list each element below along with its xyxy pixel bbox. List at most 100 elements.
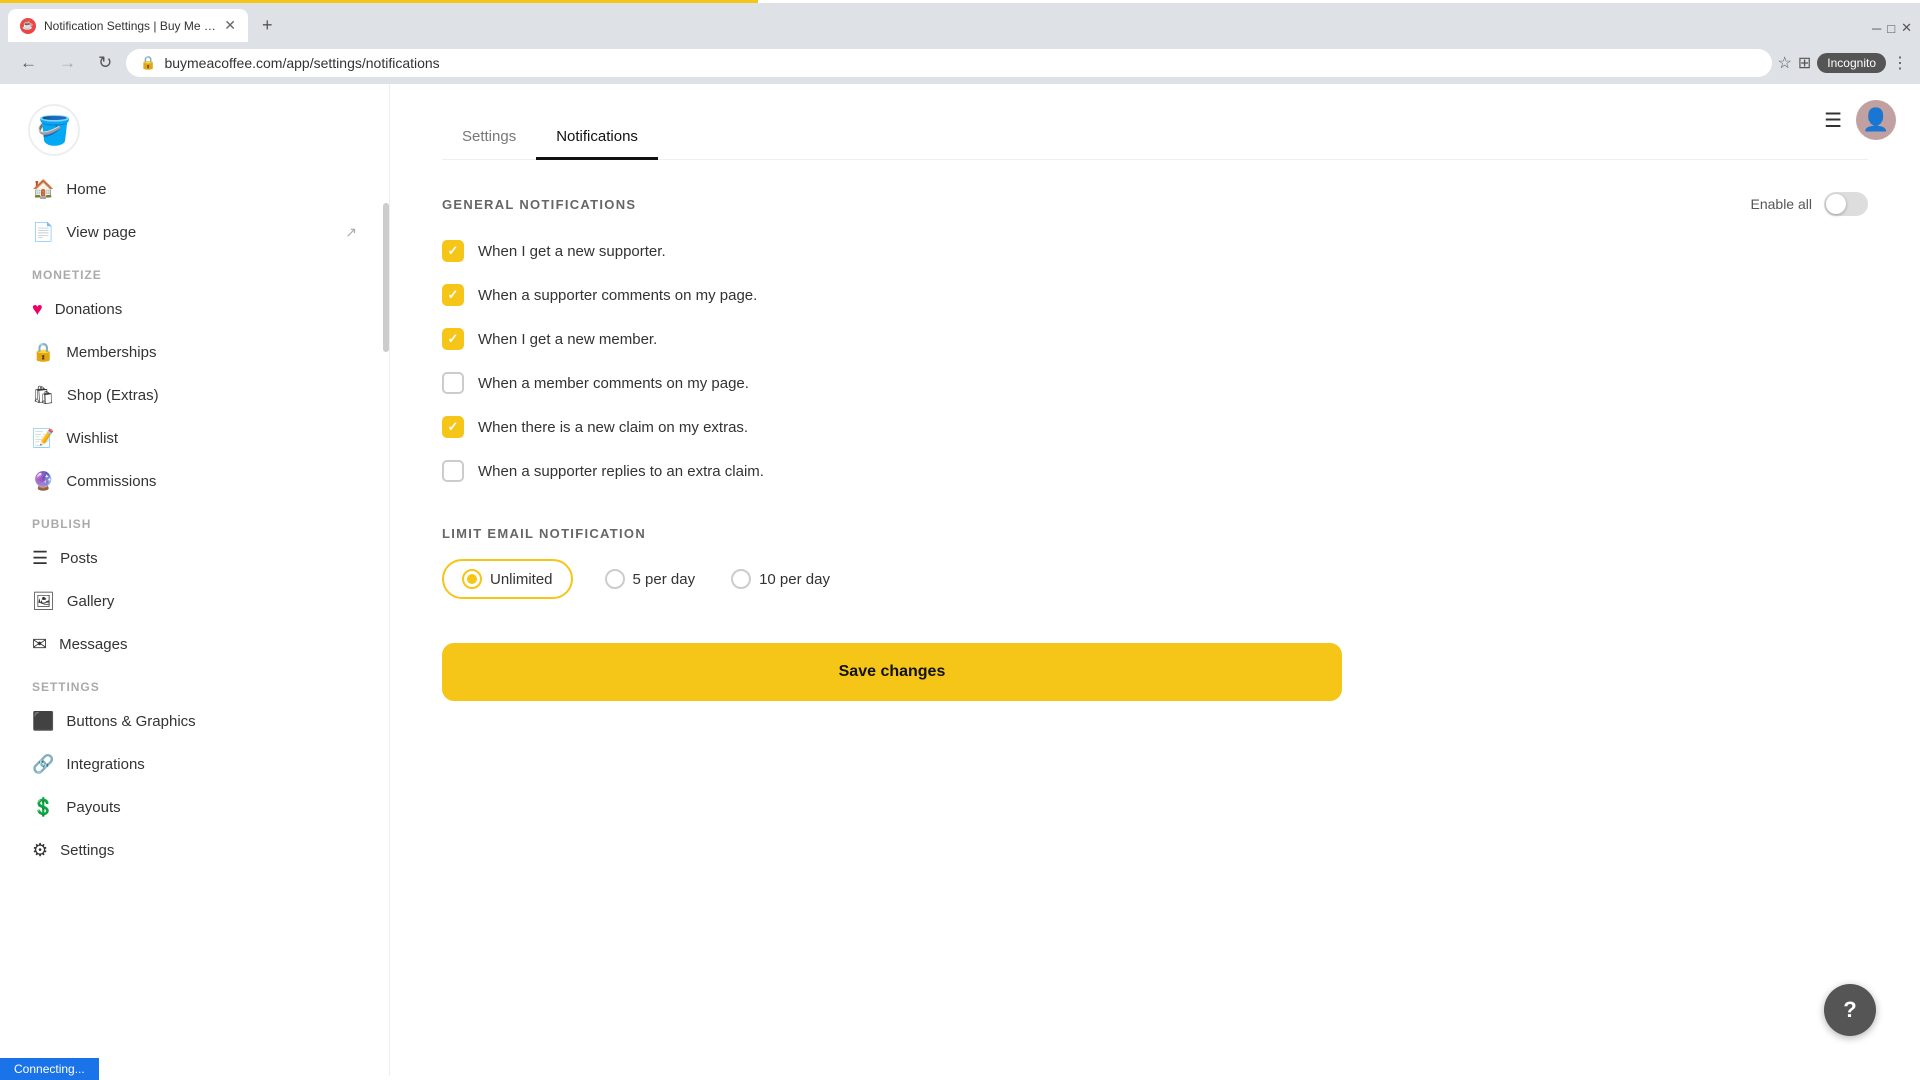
sidebar-item-view-page[interactable]: 📄 View page ↗ xyxy=(16,211,373,254)
sidebar-item-memberships[interactable]: 🔒 Memberships xyxy=(16,331,373,374)
wishlist-label: Wishlist xyxy=(66,430,118,447)
buttons-graphics-label: Buttons & Graphics xyxy=(66,713,195,730)
bookmark-icon[interactable]: ☆ xyxy=(1778,53,1792,73)
active-tab[interactable]: ☕ Notification Settings | Buy Me a... ✕ xyxy=(8,9,248,42)
tab-favicon: ☕ xyxy=(20,18,36,34)
notification-item-new-claim: ✓ When there is a new claim on my extras… xyxy=(442,416,1868,438)
label-5-per-day: 5 per day xyxy=(633,571,696,588)
nav-bar: ← → ↻ 🔒 buymeacoffee.com/app/settings/no… xyxy=(0,42,1920,84)
checkbox-member-comments[interactable] xyxy=(442,372,464,394)
minimize-icon[interactable]: ─ xyxy=(1872,21,1881,36)
memberships-label: Memberships xyxy=(66,344,156,361)
buttons-graphics-icon: ⬛ xyxy=(32,711,54,732)
notification-item-supporter-comments: ✓ When a supporter comments on my page. xyxy=(442,284,1868,306)
email-limit-options: Unlimited 5 per day 10 per day xyxy=(442,559,1868,599)
sidebar-nav: 🏠 Home 📄 View page ↗ MONETIZE ♥ Donation… xyxy=(0,168,389,872)
radio-10-per-day[interactable] xyxy=(731,569,751,589)
app-header: ☰ 👤 xyxy=(1824,100,1896,140)
home-label: Home xyxy=(66,181,106,198)
gallery-label: Gallery xyxy=(67,593,115,610)
sidebar-item-posts[interactable]: ☰ Posts xyxy=(16,537,373,580)
external-link-icon: ↗ xyxy=(345,224,357,241)
radio-unlimited[interactable] xyxy=(462,569,482,589)
address-text[interactable]: buymeacoffee.com/app/settings/notificati… xyxy=(164,55,1757,71)
maximize-icon[interactable]: □ xyxy=(1887,21,1895,36)
settings-icon: ⚙ xyxy=(32,840,48,861)
sidebar-item-home[interactable]: 🏠 Home xyxy=(16,168,373,211)
sidebar-item-gallery[interactable]: 🖼 Gallery xyxy=(16,580,373,623)
notification-label-supporter-replies: When a supporter replies to an extra cla… xyxy=(478,463,764,480)
checkbox-new-claim[interactable]: ✓ xyxy=(442,416,464,438)
payouts-icon: 💲 xyxy=(32,797,54,818)
shop-extras-icon: 🛍 xyxy=(32,385,55,406)
sidebar-item-integrations[interactable]: 🔗 Integrations xyxy=(16,743,373,786)
help-icon: ? xyxy=(1843,997,1856,1023)
browser-menu-icon[interactable]: ⊞ xyxy=(1798,53,1811,73)
notification-label-member-comments: When a member comments on my page. xyxy=(478,375,749,392)
new-tab-button[interactable]: + xyxy=(252,11,283,40)
checkbox-new-member[interactable]: ✓ xyxy=(442,328,464,350)
limit-email-title: LIMIT EMAIL NOTIFICATION xyxy=(442,526,1868,541)
posts-label: Posts xyxy=(60,550,98,567)
sidebar-item-messages[interactable]: ✉ Messages xyxy=(16,623,373,666)
enable-all-label: Enable all xyxy=(1751,196,1813,212)
sidebar-scrollbar[interactable] xyxy=(383,84,389,1076)
nav-right-icons: ☆ ⊞ Incognito ⋮ xyxy=(1778,53,1908,73)
shop-extras-label: Shop (Extras) xyxy=(67,387,159,404)
notification-item-new-supporter: ✓ When I get a new supporter. xyxy=(442,240,1868,262)
enable-all-row: Enable all xyxy=(1751,192,1869,216)
enable-all-toggle[interactable] xyxy=(1824,192,1868,216)
tab-notifications[interactable]: Notifications xyxy=(536,116,658,160)
sidebar-item-donations[interactable]: ♥ Donations xyxy=(16,288,373,331)
status-bar: Connecting... xyxy=(0,1058,99,1080)
sidebar-item-payouts[interactable]: 💲 Payouts xyxy=(16,786,373,829)
radio-option-unlimited[interactable]: Unlimited xyxy=(442,559,573,599)
sidebar-item-wishlist[interactable]: 📝 Wishlist xyxy=(16,417,373,460)
wishlist-icon: 📝 xyxy=(32,428,54,449)
check-icon: ✓ xyxy=(448,331,459,347)
radio-option-5-per-day[interactable]: 5 per day xyxy=(601,561,700,597)
view-page-label: View page xyxy=(66,224,136,241)
sidebar-item-commissions[interactable]: 🔮 Commissions xyxy=(16,460,373,503)
lock-icon: 🔒 xyxy=(140,55,156,71)
donations-label: Donations xyxy=(55,301,123,318)
payouts-label: Payouts xyxy=(66,799,120,816)
checkbox-supporter-comments[interactable]: ✓ xyxy=(442,284,464,306)
checkbox-supporter-replies[interactable] xyxy=(442,460,464,482)
sidebar-item-buttons-graphics[interactable]: ⬛ Buttons & Graphics xyxy=(16,700,373,743)
browser-chrome: ☕ Notification Settings | Buy Me a... ✕ … xyxy=(0,0,1920,84)
messages-label: Messages xyxy=(59,636,127,653)
reload-button[interactable]: ↻ xyxy=(90,48,120,78)
help-button[interactable]: ? xyxy=(1824,984,1876,1036)
sidebar-logo: 🪣 xyxy=(0,84,389,168)
commissions-icon: 🔮 xyxy=(32,471,54,492)
forward-button: → xyxy=(51,48,84,78)
gallery-icon: 🖼 xyxy=(32,591,55,612)
extensions-icon[interactable]: ⋮ xyxy=(1892,53,1908,73)
user-avatar[interactable]: 👤 xyxy=(1856,100,1896,140)
toggle-thumb xyxy=(1826,194,1846,214)
tab-settings[interactable]: Settings xyxy=(442,116,536,160)
notification-label-new-member: When I get a new member. xyxy=(478,331,657,348)
checkbox-new-supporter[interactable]: ✓ xyxy=(442,240,464,262)
check-icon: ✓ xyxy=(448,419,459,435)
radio-5-per-day[interactable] xyxy=(605,569,625,589)
app-body: 🪣 🏠 Home 📄 View page ↗ MONETIZE ♥ Donati… xyxy=(0,84,1920,1076)
monetize-section-label: MONETIZE xyxy=(16,254,373,288)
back-button[interactable]: ← xyxy=(12,48,45,78)
hamburger-menu-button[interactable]: ☰ xyxy=(1824,108,1842,133)
notification-label-new-supporter: When I get a new supporter. xyxy=(478,243,666,260)
commissions-label: Commissions xyxy=(66,473,156,490)
notification-label-new-claim: When there is a new claim on my extras. xyxy=(478,419,748,436)
address-bar[interactable]: 🔒 buymeacoffee.com/app/settings/notifica… xyxy=(126,49,1771,77)
save-changes-button[interactable]: Save changes xyxy=(442,643,1342,701)
sidebar-item-settings[interactable]: ⚙ Settings xyxy=(16,829,373,872)
main-content: ☰ 👤 Settings Notifications GENERAL NOTIF… xyxy=(390,84,1920,1076)
tab-close-icon[interactable]: ✕ xyxy=(224,17,236,34)
home-icon: 🏠 xyxy=(32,179,54,200)
radio-option-10-per-day[interactable]: 10 per day xyxy=(727,561,834,597)
tabs: Settings Notifications xyxy=(442,116,1868,160)
label-unlimited: Unlimited xyxy=(490,571,553,588)
sidebar-item-shop-extras[interactable]: 🛍 Shop (Extras) xyxy=(16,374,373,417)
close-icon[interactable]: ✕ xyxy=(1901,20,1912,36)
